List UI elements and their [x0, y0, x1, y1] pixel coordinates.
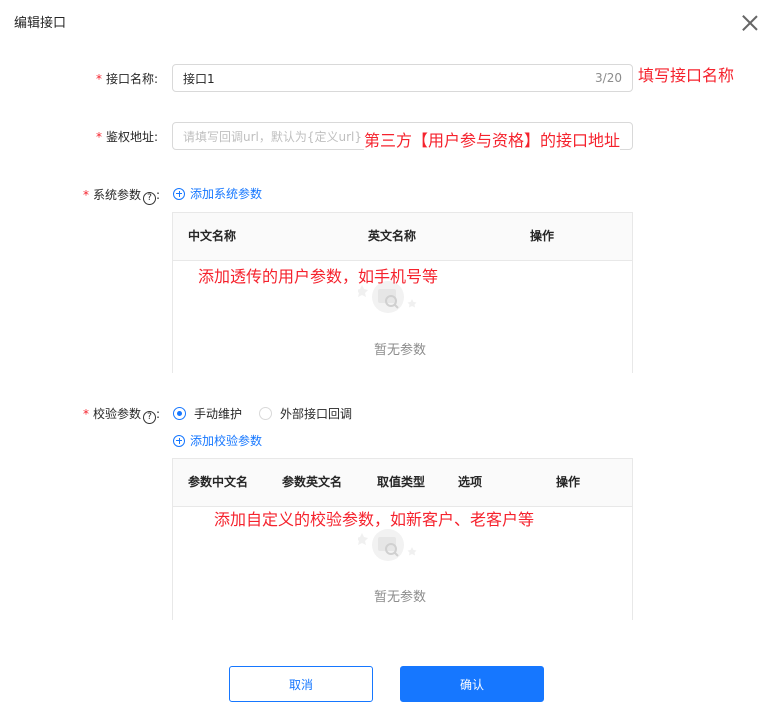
add-system-param-label: 添加系统参数	[190, 187, 263, 201]
plus-circle-icon	[173, 434, 185, 447]
help-icon[interactable]: ?	[143, 192, 157, 205]
check-annotation: 添加自定义的校验参数，如新客户、老客户等	[214, 510, 535, 529]
column-header: 中文名称	[188, 229, 237, 243]
column-header: 英文名称	[368, 229, 417, 243]
column-header: 取值类型	[377, 475, 426, 489]
name-annotation: 填写接口名称	[638, 66, 735, 85]
name-input[interactable]: 接口1 3/20	[172, 64, 633, 92]
auth-label: * 鉴权地址:	[96, 130, 159, 144]
radio-checked-icon	[173, 407, 186, 420]
column-header: 操作	[556, 475, 581, 489]
column-header: 操作	[530, 229, 555, 243]
dialog-title: 编辑接口	[14, 16, 67, 31]
cancel-button[interactable]: 取消	[229, 666, 373, 702]
name-label: * 接口名称:	[96, 72, 159, 86]
table-header: 参数中文名 参数英文名 取值类型 选项 操作	[173, 459, 632, 507]
confirm-button[interactable]: 确认	[400, 666, 544, 702]
required-mark: *	[83, 188, 89, 202]
system-params-label: * 系统参数?:	[83, 188, 161, 205]
add-check-param-label: 添加校验参数	[190, 434, 263, 448]
auth-annotation: 第三方【用户参与资格】的接口地址	[364, 127, 621, 151]
column-header: 参数英文名	[282, 475, 343, 489]
column-header: 参数中文名	[188, 475, 249, 489]
required-mark: *	[83, 407, 89, 421]
add-system-param-button[interactable]: 添加系统参数	[173, 185, 262, 202]
plus-circle-icon	[173, 187, 185, 200]
radio-unchecked-icon	[259, 407, 272, 420]
add-check-param-button[interactable]: 添加校验参数	[173, 432, 262, 449]
name-char-count: 3/20	[595, 71, 622, 85]
help-icon[interactable]: ?	[143, 411, 157, 424]
close-icon[interactable]	[739, 12, 761, 34]
empty-data-icon	[358, 529, 417, 561]
column-header: 选项	[458, 475, 483, 489]
empty-text: 暂无参数	[374, 590, 427, 605]
required-mark: *	[96, 72, 102, 86]
check-params-label: * 校验参数?:	[83, 407, 161, 424]
system-annotation: 添加透传的用户参数，如手机号等	[198, 267, 439, 286]
check-params-table: 参数中文名 参数英文名 取值类型 选项 操作 暂无参数	[172, 458, 633, 620]
required-mark: *	[96, 130, 102, 144]
empty-text: 暂无参数	[374, 343, 427, 358]
system-params-table: 中文名称 英文名称 操作 暂无参数	[172, 212, 633, 373]
name-input-value: 接口1	[183, 71, 215, 86]
table-header: 中文名称 英文名称 操作	[173, 213, 632, 261]
radio-manual[interactable]: 手动维护	[173, 405, 242, 422]
radio-external-callback[interactable]: 外部接口回调	[259, 405, 352, 422]
